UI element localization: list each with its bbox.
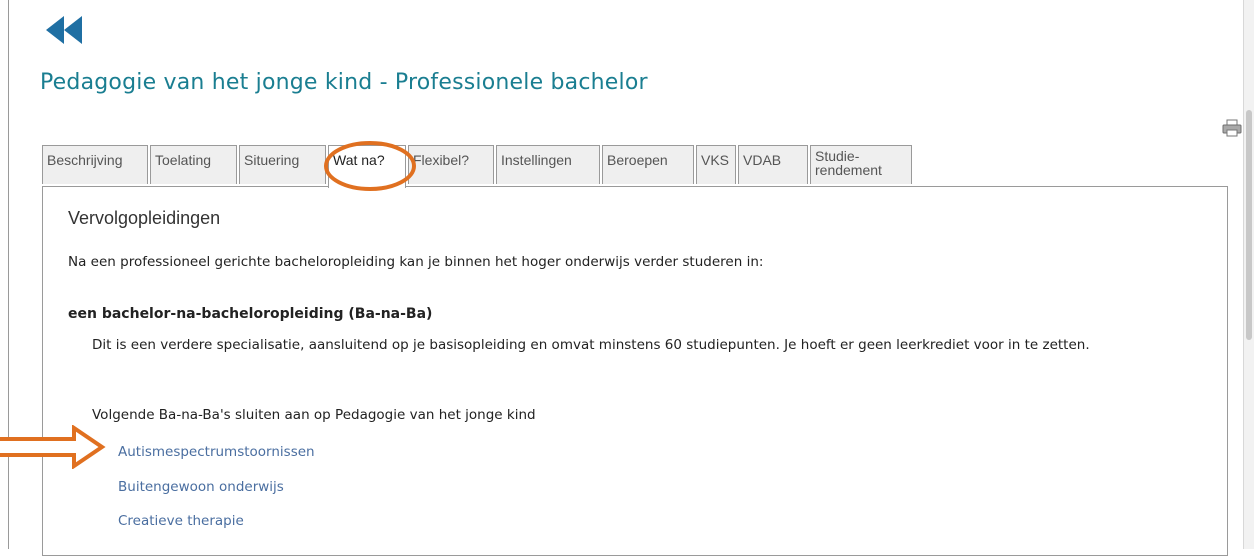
scrollbar-thumb[interactable] bbox=[1246, 110, 1252, 340]
left-frame-border bbox=[8, 0, 9, 549]
tab-beschrijving[interactable]: Beschrijving bbox=[42, 145, 148, 184]
link-buitengewoon-onderwijs[interactable]: Buitengewoon onderwijs bbox=[118, 479, 284, 495]
description-text: Dit is een verdere specialisatie, aanslu… bbox=[92, 337, 1090, 353]
tab-content-panel bbox=[42, 186, 1228, 556]
rewind-icon bbox=[46, 16, 82, 44]
tab-situering[interactable]: Situering bbox=[239, 145, 326, 184]
tab-flexibel[interactable]: Flexibel? bbox=[408, 145, 494, 184]
subsection-heading: een bachelor-na-bacheloropleiding (Ba-na… bbox=[68, 306, 433, 322]
tab-vdab[interactable]: VDAB bbox=[738, 145, 808, 184]
page-title: Pedagogie van het jonge kind - Professio… bbox=[40, 70, 648, 95]
intro-text: Na een professioneel gerichte bachelorop… bbox=[68, 254, 764, 270]
tab-vks[interactable]: VKS bbox=[696, 145, 736, 184]
link-creatieve-therapie[interactable]: Creatieve therapie bbox=[118, 513, 244, 529]
back-button[interactable] bbox=[44, 14, 86, 46]
print-button[interactable] bbox=[1222, 119, 1242, 137]
tab-instellingen[interactable]: Instellingen bbox=[496, 145, 600, 184]
vertical-scrollbar[interactable] bbox=[1243, 0, 1254, 549]
section-heading: Vervolgopleidingen bbox=[68, 208, 221, 228]
tab-wat-na[interactable]: Wat na? bbox=[328, 145, 406, 188]
tab-beroepen[interactable]: Beroepen bbox=[602, 145, 694, 184]
follow-up-text: Volgende Ba-na-Ba's sluiten aan op Pedag… bbox=[92, 407, 536, 423]
tab-toelating[interactable]: Toelating bbox=[150, 145, 237, 184]
tab-studierendement[interactable]: Studie- rendement bbox=[810, 145, 912, 184]
printer-icon bbox=[1222, 119, 1242, 137]
link-autismespectrumstoornissen[interactable]: Autismespectrumstoornissen bbox=[118, 444, 315, 460]
